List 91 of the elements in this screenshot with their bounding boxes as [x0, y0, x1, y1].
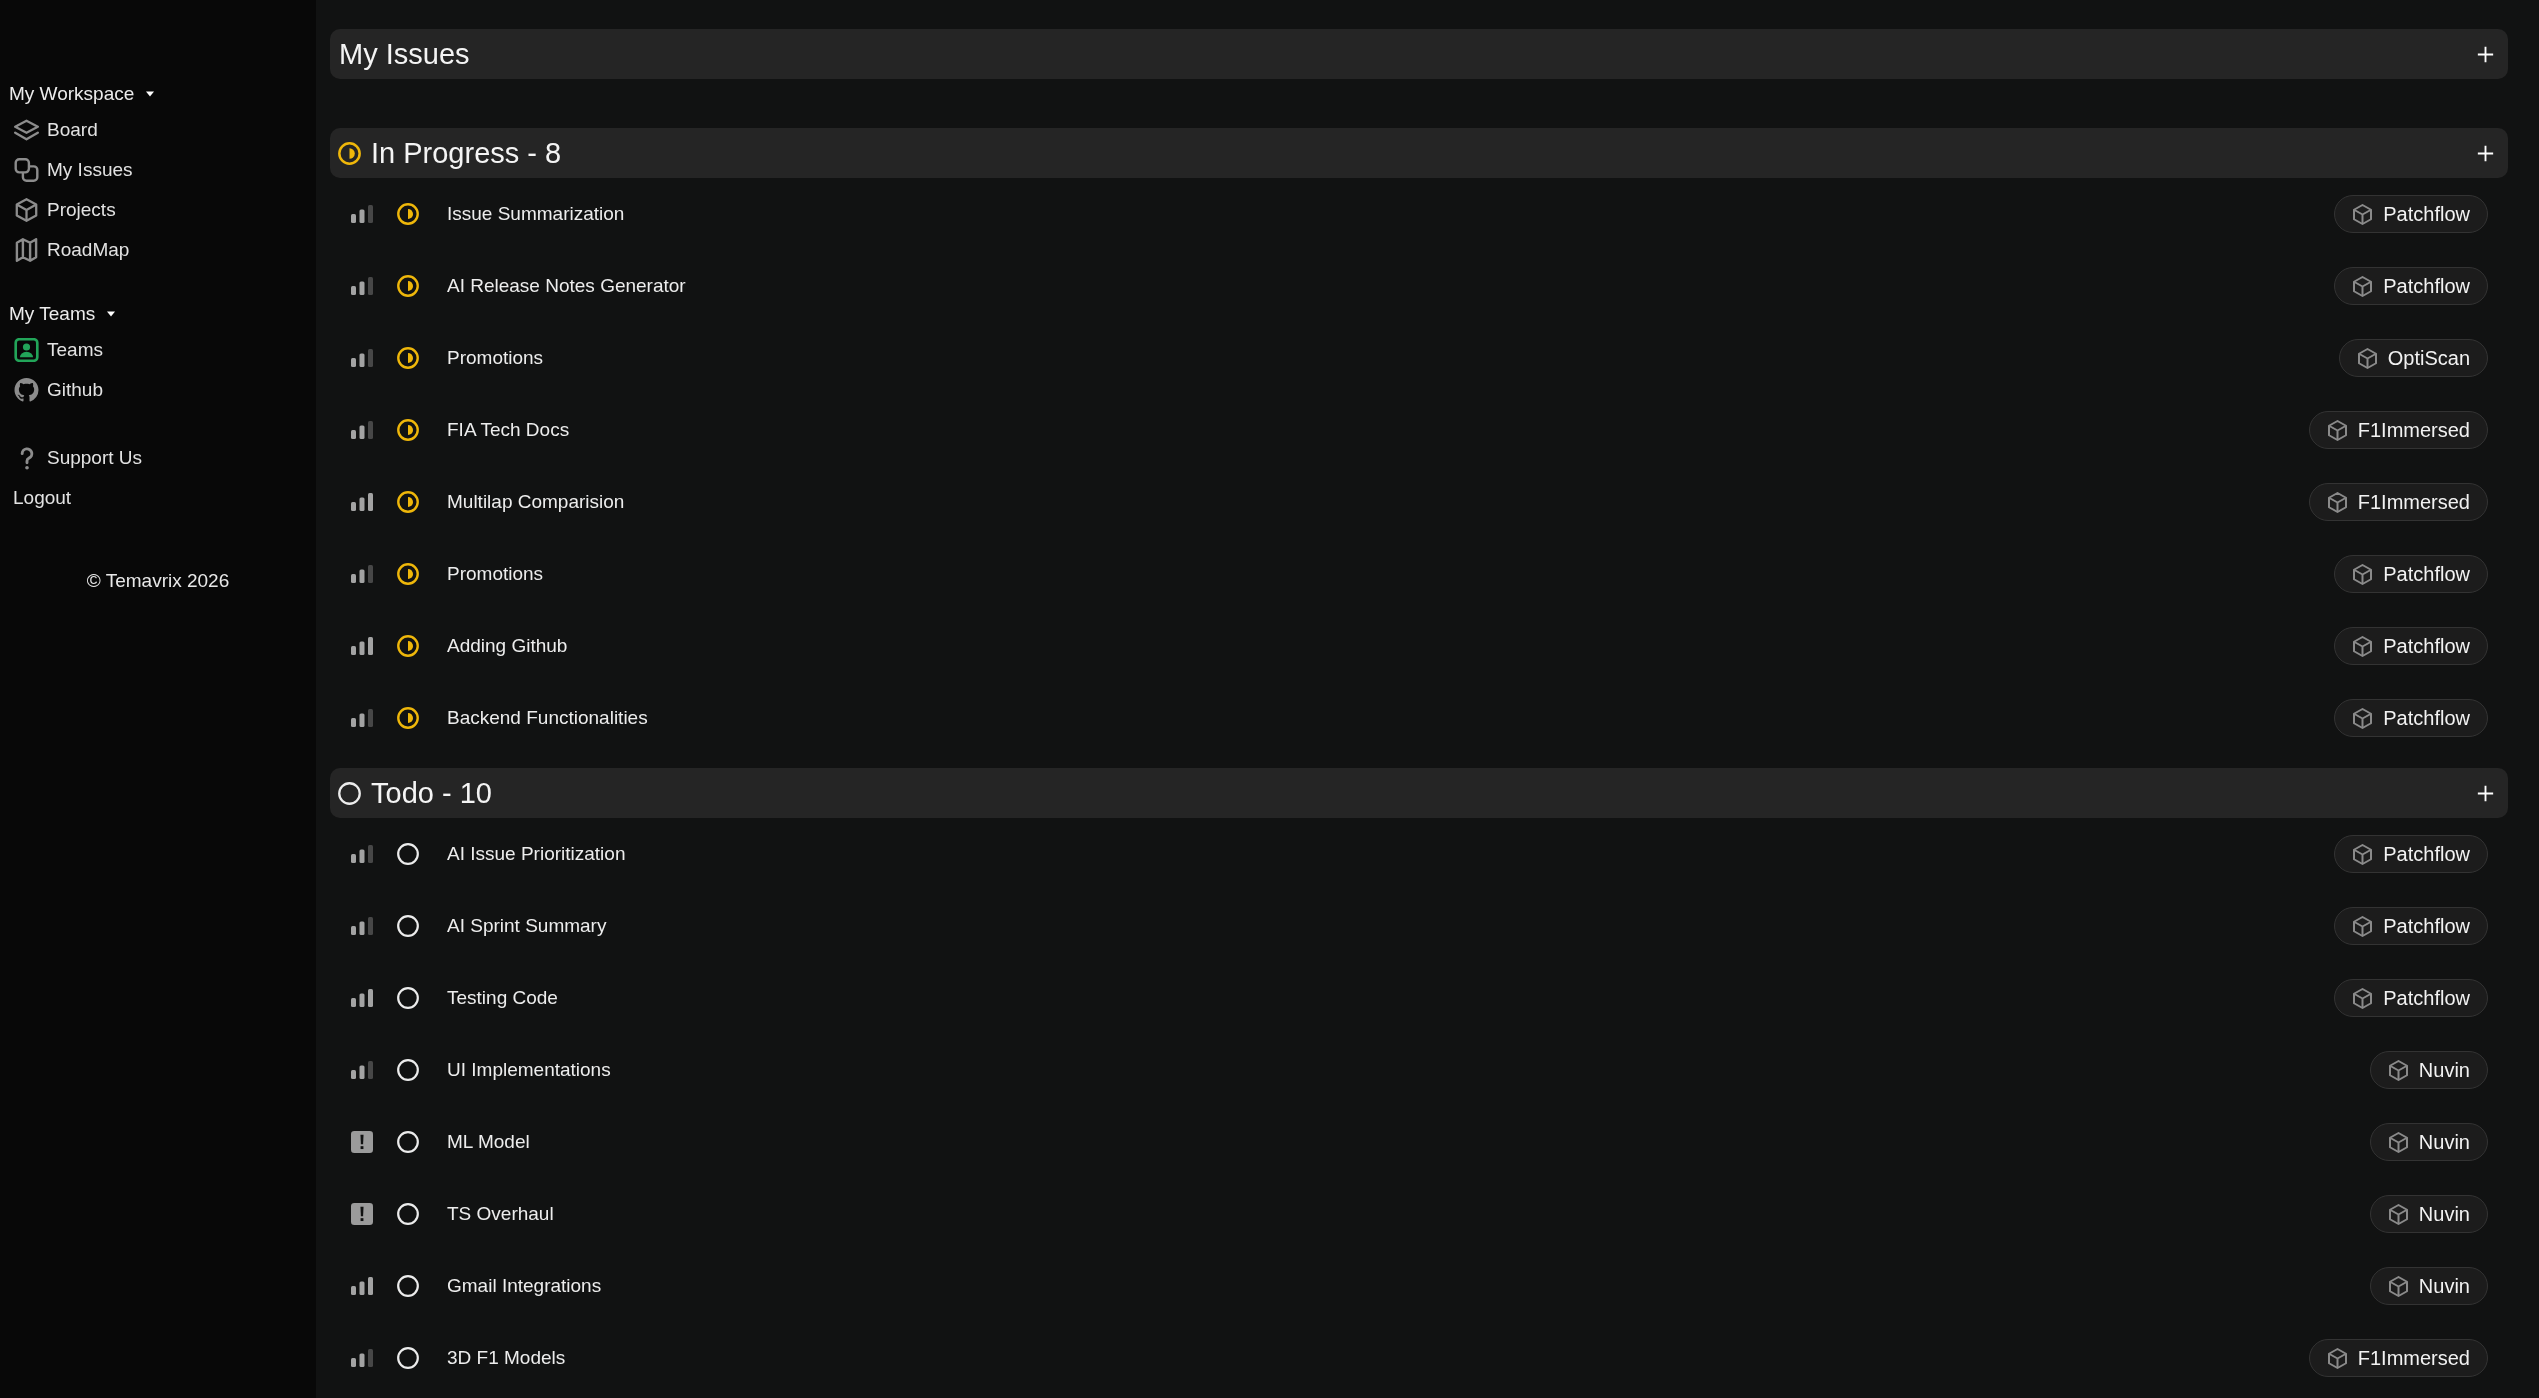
cube-icon [2353, 563, 2373, 585]
cube-icon [2353, 915, 2373, 937]
project-tag[interactable]: Patchflow [2334, 195, 2488, 233]
cube-icon [2357, 347, 2377, 369]
cube-icon [2388, 1059, 2408, 1081]
project-tag[interactable]: Nuvin [2369, 1195, 2488, 1233]
half-filled-circle-icon [397, 707, 419, 729]
layers-icon [14, 118, 39, 142]
sidebar-item[interactable]: RoadMap [0, 230, 130, 270]
issue-title[interactable]: AI Issue Prioritization [447, 843, 626, 865]
project-tag[interactable]: Patchflow [2334, 835, 2488, 873]
cube-icon [2327, 491, 2347, 513]
cube-icon [2327, 1347, 2347, 1369]
issue-title[interactable]: Gmail Integrations [447, 1275, 602, 1297]
group-title: In Progress - 8 [371, 136, 562, 170]
issue-title[interactable]: Promotions [447, 347, 544, 369]
sidebar-item[interactable]: Github [0, 370, 103, 410]
project-tag[interactable]: Nuvin [2369, 1051, 2488, 1089]
empty-circle-icon [397, 915, 419, 937]
issue-title[interactable]: 3D F1 Models [447, 1347, 566, 1369]
cube-icon [2353, 987, 2373, 1009]
section-toggle[interactable]: My Teams [0, 300, 116, 328]
empty-circle-icon [397, 843, 419, 865]
project-tag[interactable]: Patchflow [2334, 699, 2488, 737]
issue-title[interactable]: TS Overhaul [447, 1203, 554, 1225]
cube-icon [2388, 1131, 2408, 1153]
plus-icon [2477, 45, 2494, 63]
cube-icon [2353, 843, 2373, 865]
sidebar-item[interactable]: Projects [0, 190, 116, 230]
sidebar-item[interactable]: Teams [0, 330, 103, 370]
issue-title[interactable]: Multilap Comparision [447, 491, 625, 513]
add-button[interactable] [2477, 45, 2494, 63]
project-tag[interactable]: Patchflow [2334, 555, 2488, 593]
support-link[interactable]: Support Us [0, 438, 143, 478]
half-filled-circle-icon [397, 563, 419, 585]
group-title: Todo - 10 [371, 776, 492, 810]
person-card-icon [14, 338, 39, 362]
empty-circle-icon [397, 1347, 419, 1369]
issue-title[interactable]: Testing Code [447, 987, 558, 1009]
add-button[interactable] [2477, 784, 2494, 802]
issue-title[interactable]: AI Sprint Summary [447, 915, 607, 937]
cube-icon [2353, 707, 2373, 729]
project-tag[interactable]: Nuvin [2369, 1123, 2488, 1161]
empty-circle-icon [397, 987, 419, 1009]
issue-title[interactable]: Backend Functionalities [447, 707, 648, 729]
empty-circle-icon [397, 1275, 419, 1297]
stacked-squares-icon [14, 158, 39, 182]
issue-title[interactable]: ML Model [447, 1131, 530, 1153]
section-toggle[interactable]: My Workspace [0, 80, 155, 108]
cube-icon [2388, 1275, 2408, 1297]
plus-icon [2477, 144, 2494, 162]
plus-icon [2477, 784, 2494, 802]
half-filled-circle-icon [397, 203, 419, 225]
issue-title[interactable]: UI Implementations [447, 1059, 611, 1081]
half-filled-circle-icon [397, 275, 419, 297]
logout-link[interactable]: Logout [0, 478, 72, 518]
page-title: My Issues [339, 37, 470, 71]
copyright-text: © Temavrix 2026 [86, 569, 230, 593]
issue-title[interactable]: Promotions [447, 563, 544, 585]
cube-icon [2353, 203, 2373, 225]
cube-icon [2327, 419, 2347, 441]
project-tag[interactable]: F1Immersed [2308, 483, 2488, 521]
project-tag[interactable]: Patchflow [2334, 979, 2488, 1017]
project-tag[interactable]: Patchflow [2334, 627, 2488, 665]
sidebar-item[interactable]: Board [0, 110, 98, 150]
issue-title[interactable]: AI Release Notes Generator [447, 275, 686, 297]
question-mark-icon [20, 446, 34, 470]
github-icon [14, 378, 39, 402]
issue-title[interactable]: FIA Tech Docs [447, 419, 570, 441]
cube-icon [14, 198, 39, 222]
project-tag[interactable]: F1Immersed [2308, 411, 2488, 449]
project-tag[interactable]: Patchflow [2334, 267, 2488, 305]
cube-icon [2388, 1203, 2408, 1225]
map-icon [14, 238, 39, 262]
project-tag[interactable]: F1Immersed [2308, 1339, 2488, 1377]
half-filled-circle-icon [397, 491, 419, 513]
empty-circle-icon [397, 1203, 419, 1225]
cube-icon [2353, 635, 2373, 657]
cube-icon [2353, 275, 2373, 297]
project-tag[interactable]: OptiScan [2338, 339, 2488, 377]
half-filled-circle-icon [397, 635, 419, 657]
project-tag[interactable]: Nuvin [2369, 1267, 2488, 1305]
project-tag[interactable]: Patchflow [2334, 907, 2488, 945]
half-filled-circle-icon [397, 419, 419, 441]
sidebar-item[interactable]: My Issues [0, 150, 133, 190]
half-filled-circle-icon [397, 347, 419, 369]
issue-title[interactable]: Adding Github [447, 635, 568, 657]
add-button[interactable] [2477, 144, 2494, 162]
empty-circle-icon [397, 1131, 419, 1153]
issue-title[interactable]: Issue Summarization [447, 203, 625, 225]
empty-circle-icon [397, 1059, 419, 1081]
